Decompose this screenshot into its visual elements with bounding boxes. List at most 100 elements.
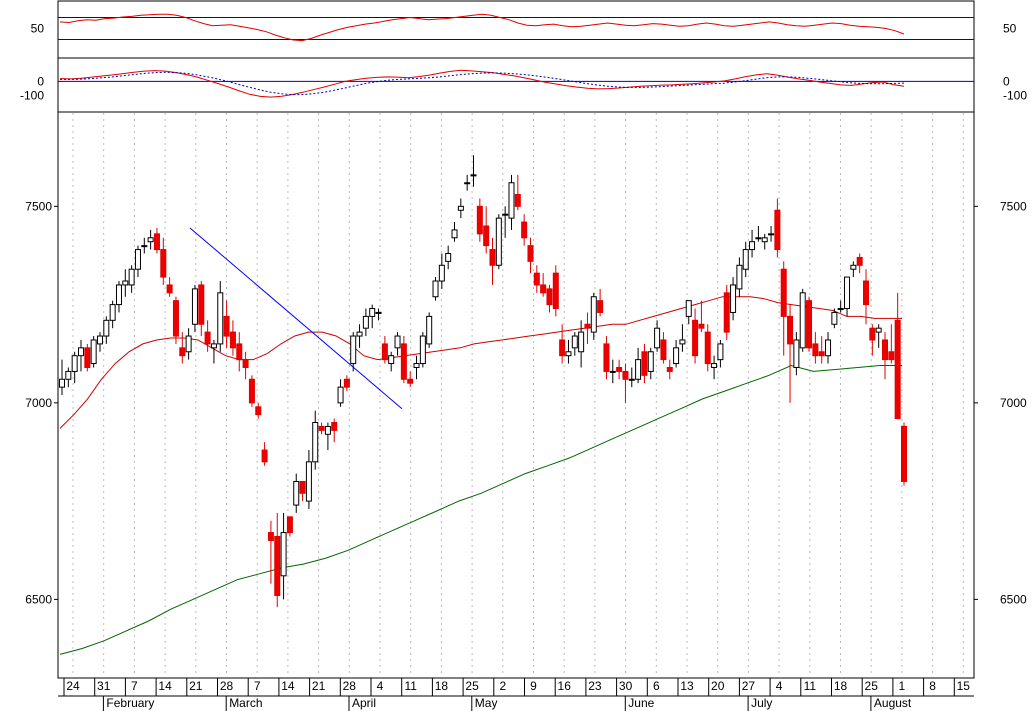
- candle-body: [432, 280, 439, 298]
- candle-body: [508, 182, 515, 219]
- x-tick-label: 11: [404, 679, 417, 693]
- candle-body: [394, 335, 401, 349]
- candle-body: [489, 249, 496, 266]
- candle: [533, 265, 540, 293]
- stock-chart: 6500 65007000 70007500 750050 500 0-100 -100 2…: [20, 0, 1027, 711]
- candle: [388, 351, 395, 372]
- candle-body: [711, 363, 718, 368]
- rsi-line: [59, 13, 905, 42]
- candle: [780, 261, 787, 356]
- candle-body: [540, 284, 547, 294]
- candle: [673, 339, 680, 368]
- candle: [654, 320, 661, 352]
- candle-body: [609, 370, 616, 373]
- candle-body: [869, 327, 876, 341]
- candle: [742, 241, 749, 278]
- candle: [198, 281, 205, 337]
- candle: [647, 347, 654, 380]
- x-tick-label: 6: [653, 679, 660, 693]
- x-tick-label: 27: [742, 679, 756, 693]
- candle-body: [742, 249, 749, 270]
- price-label-left: 6500: [25, 592, 52, 606]
- month-label: February: [106, 696, 154, 710]
- candle: [299, 480, 306, 502]
- candle-body: [362, 315, 369, 329]
- candle-body: [837, 308, 844, 311]
- candle-body: [115, 284, 122, 306]
- candle-body: [755, 237, 762, 240]
- x-tick-label: 28: [220, 679, 234, 693]
- candle: [489, 237, 496, 285]
- candle: [419, 332, 426, 368]
- candle: [305, 450, 312, 509]
- candle: [261, 442, 268, 466]
- candle-body: [799, 292, 806, 349]
- moving-average-short: [59, 296, 902, 429]
- candle: [761, 233, 768, 250]
- rsi-indicator-panel: [58, 13, 974, 42]
- candle: [508, 174, 515, 230]
- candle: [635, 347, 642, 384]
- candle: [736, 257, 743, 297]
- candle-body: [527, 245, 534, 262]
- candle-body: [654, 327, 661, 349]
- x-tick-label: 2: [499, 679, 506, 693]
- macd-label-right: -100: [1003, 89, 1027, 103]
- candle: [103, 316, 110, 344]
- candle: [160, 237, 167, 285]
- candle: [679, 324, 686, 352]
- month-label: April: [352, 696, 376, 710]
- moving-average-long: [59, 364, 902, 655]
- x-tick-label: 20: [711, 679, 725, 693]
- candle: [685, 300, 692, 325]
- candle-body: [356, 331, 363, 337]
- candle-body: [565, 351, 572, 357]
- x-tick-label: 7: [131, 679, 138, 693]
- x-tick-label: 14: [281, 679, 295, 693]
- candle: [324, 422, 331, 451]
- candle: [502, 206, 509, 238]
- candle-body: [59, 378, 65, 388]
- candle-body: [831, 311, 838, 325]
- candle: [527, 237, 534, 274]
- candle-body: [305, 461, 312, 502]
- candle-body: [407, 378, 414, 384]
- candle: [394, 332, 401, 356]
- candle-body: [888, 351, 895, 361]
- candle-body: [812, 343, 819, 357]
- candle: [546, 284, 553, 313]
- candle: [806, 296, 813, 352]
- candle-body: [597, 300, 604, 313]
- candle: [312, 410, 319, 470]
- candle-body: [90, 339, 97, 365]
- candle: [863, 269, 870, 325]
- candle-body: [850, 264, 857, 270]
- candle-body: [641, 351, 648, 376]
- candle-body: [255, 406, 262, 416]
- price-label-left: 7500: [25, 199, 52, 213]
- candle: [704, 324, 711, 372]
- candle: [77, 339, 84, 372]
- x-tick-label: 18: [435, 679, 449, 693]
- candle: [381, 336, 388, 364]
- candle: [837, 300, 844, 313]
- candle-body: [381, 343, 388, 361]
- candle: [134, 245, 141, 278]
- candle-body: [685, 300, 692, 317]
- candle-body: [521, 221, 528, 239]
- candle: [236, 332, 243, 372]
- x-tick-label: 31: [97, 679, 111, 693]
- month-label: May: [475, 696, 498, 710]
- candle: [584, 312, 591, 344]
- month-label: July: [751, 696, 772, 710]
- candle-body: [793, 339, 800, 368]
- candle: [166, 277, 173, 297]
- candle-body: [185, 335, 192, 353]
- candle-body: [875, 327, 882, 333]
- candle-body: [96, 335, 103, 345]
- candle: [483, 206, 490, 254]
- candle: [280, 512, 287, 600]
- candle-body: [210, 343, 217, 349]
- candle-body: [483, 225, 490, 247]
- candle-body: [736, 264, 743, 290]
